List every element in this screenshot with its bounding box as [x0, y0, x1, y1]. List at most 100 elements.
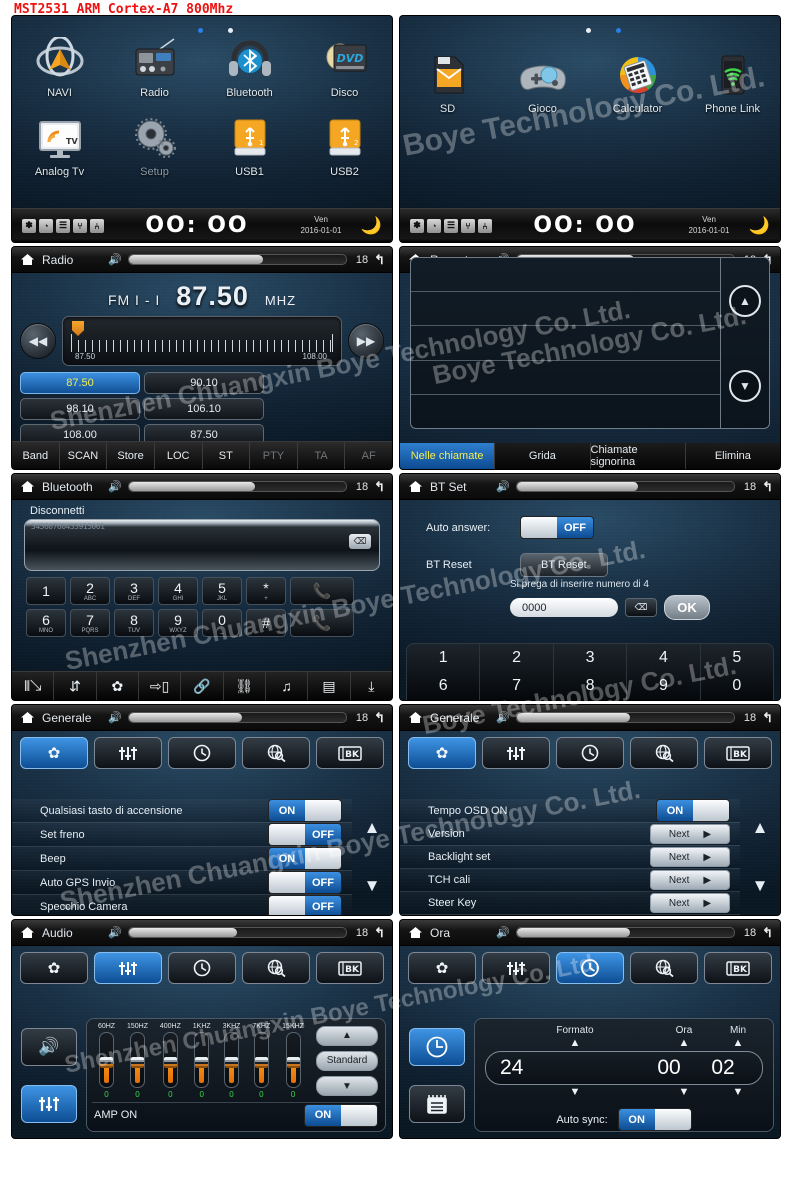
tab-general[interactable]: ✿	[408, 737, 476, 769]
numpad-key-5[interactable]: 5	[701, 644, 773, 672]
generale-screen-2[interactable]: Generale 🔊 18 ↰ ✿ BK Tempo OSD ON ON Ver…	[400, 705, 780, 915]
bt-music-icon[interactable]: ♫	[266, 672, 309, 700]
contacts-icon[interactable]: ▤	[308, 672, 351, 700]
bluetooth-screen[interactable]: Bluetooth 🔊 18 ↰ Disconnetti 34560760433…	[12, 474, 392, 700]
moon-star-icon[interactable]: 🌙	[352, 216, 382, 236]
keypad-icon[interactable]: ⦀↘	[12, 672, 55, 700]
setting-row[interactable]: Backlight set Next ▶	[400, 846, 740, 869]
generale-screen-1[interactable]: Generale 🔊 18 ↰ ✿ BK Qualsiasi tasto di …	[12, 705, 392, 915]
speaker-icon[interactable]: 🔊	[108, 253, 122, 266]
ora-screen[interactable]: Ora 🔊 18 ↰ ✿ BK Formato Ora Min ▲ ▲ ▲ 24…	[400, 920, 780, 1138]
eq-slider[interactable]	[162, 1032, 178, 1088]
home-icon[interactable]	[407, 479, 424, 494]
tab-missed-calls[interactable]: Chiamate signorina	[591, 443, 686, 469]
eq-up-icon[interactable]: ▲	[316, 1025, 378, 1046]
back-arrow-icon[interactable]: ↰	[374, 925, 385, 941]
numpad-key-6[interactable]: 6	[407, 672, 481, 700]
numpad-key-9[interactable]: 9	[627, 672, 701, 700]
hour-down-icon[interactable]: ▼	[679, 1086, 690, 1098]
hour-up-icon[interactable]: ▲	[679, 1037, 690, 1049]
previous-track-icon[interactable]: ◀◀	[20, 323, 56, 359]
key-0[interactable]: 0 _	[202, 609, 242, 637]
clock-status-icon[interactable]: ◔	[39, 218, 53, 233]
back-arrow-icon[interactable]: ↰	[762, 710, 773, 726]
radio-function-band[interactable]: Band	[12, 442, 60, 469]
eq-band[interactable]: 60HZ 0	[98, 1023, 115, 1099]
setting-row[interactable]: Steer Key Next ▶	[400, 892, 740, 915]
next-button[interactable]: Next ▶	[650, 847, 730, 867]
eq-band[interactable]: 3KHZ 0	[223, 1023, 241, 1099]
backspace-icon[interactable]: ⌫	[625, 598, 657, 617]
numpad-key-4[interactable]: 4	[627, 644, 701, 672]
speaker-icon[interactable]: 🔊	[496, 711, 510, 724]
clock-status-icon[interactable]: ◔	[427, 218, 441, 233]
setting-row[interactable]: Auto GPS Invio OFF	[12, 871, 352, 895]
setting-row[interactable]: Qualsiasi tasto di accensione ON	[12, 799, 352, 823]
list-item[interactable]	[411, 361, 720, 395]
recente-screen[interactable]: Recente 🔊 18 ↰ ▲ ▼	[400, 247, 780, 469]
btset-screen[interactable]: BT Set 🔊 18 ↰ Auto answer: OFF BT Reset …	[400, 474, 780, 700]
scroll-down-icon[interactable]: ▼	[752, 876, 769, 896]
home-icon[interactable]	[19, 925, 36, 940]
scroll-down-icon[interactable]: ▼	[364, 876, 381, 896]
usb1-status-icon[interactable]: ⑂	[73, 218, 87, 233]
tab-audio[interactable]	[94, 952, 162, 984]
eq-preset-button[interactable]: Standard	[316, 1050, 378, 1071]
link-icon[interactable]: 🔗	[181, 672, 224, 700]
bk-icon[interactable]: BK	[316, 737, 384, 769]
app-setup[interactable]: Setup	[107, 113, 202, 178]
tab-grida[interactable]: Grida	[495, 443, 591, 469]
app-navi[interactable]: NAVI	[12, 34, 107, 99]
eq-band[interactable]: 15KHZ 0	[282, 1023, 304, 1099]
list-item[interactable]	[411, 258, 720, 293]
key-7[interactable]: 7 PQRS	[70, 609, 110, 637]
bluetooth-status-icon[interactable]: ✽	[410, 218, 424, 233]
key-3[interactable]: 3 DEF	[114, 577, 154, 605]
settings-gear-icon[interactable]: ✿	[97, 672, 139, 700]
eq-slider[interactable]	[99, 1032, 114, 1088]
preset-button[interactable]: 87.50	[20, 372, 140, 394]
radio-function-store[interactable]: Store	[107, 442, 155, 469]
speaker-icon[interactable]: 🔊	[496, 926, 510, 939]
setting-toggle[interactable]: ON	[268, 847, 342, 870]
eq-band[interactable]: 7KHZ 0	[252, 1023, 270, 1099]
back-arrow-icon[interactable]: ↰	[762, 925, 773, 941]
tab-audio[interactable]	[482, 952, 550, 984]
radio-function-scan[interactable]: SCAN	[60, 442, 108, 469]
scroll-down-icon[interactable]: ▼	[729, 369, 761, 402]
connect-device-icon[interactable]: ⇨▯	[139, 672, 182, 700]
key-9[interactable]: 9 WXYZ	[158, 609, 198, 637]
key-5[interactable]: 5 JKL	[202, 577, 242, 605]
backspace-icon[interactable]: ⌫	[349, 534, 371, 549]
home-screen-page1[interactable]: NAVI Radio Bluetooth DVD Disco TV Analog…	[12, 16, 392, 242]
scroll-up-icon[interactable]: ▲	[752, 818, 769, 838]
tuner-marker[interactable]	[72, 321, 84, 336]
call-list[interactable]: ▲ ▼	[410, 257, 770, 429]
bk-icon[interactable]: BK	[704, 952, 772, 984]
tab-general[interactable]: ✿	[408, 952, 476, 984]
home-icon[interactable]	[407, 925, 424, 940]
radio-function-st[interactable]: ST	[203, 442, 251, 469]
tab-audio[interactable]	[94, 737, 162, 769]
speaker-icon[interactable]: 🔊	[108, 711, 122, 724]
volume-slider[interactable]	[127, 254, 348, 265]
calendar-icon[interactable]	[409, 1084, 465, 1123]
call-log-icon[interactable]: ⇵	[54, 672, 97, 700]
numpad-key-2[interactable]: 2	[480, 644, 554, 672]
format-up-icon[interactable]: ▲	[570, 1037, 581, 1049]
list-item[interactable]	[411, 326, 720, 361]
setting-row[interactable]: Version Next ▶	[400, 823, 740, 846]
numpad-key-1[interactable]: 1	[407, 644, 481, 672]
eq-band[interactable]: 150HZ 0	[127, 1023, 148, 1099]
tab-language[interactable]	[242, 737, 310, 769]
next-button[interactable]: Next ▶	[650, 824, 730, 844]
tab-time[interactable]	[556, 737, 624, 769]
radio-function-loc[interactable]: LOC	[155, 442, 203, 469]
page-dot-inactive[interactable]	[228, 28, 233, 33]
bk-icon[interactable]: BK	[704, 737, 772, 769]
page-dot-active[interactable]	[198, 28, 203, 33]
clock-face-icon[interactable]	[409, 1027, 465, 1066]
volume-slider[interactable]	[127, 481, 348, 492]
home-icon[interactable]	[19, 252, 36, 267]
eq-band[interactable]: 400HZ 0	[160, 1023, 181, 1099]
